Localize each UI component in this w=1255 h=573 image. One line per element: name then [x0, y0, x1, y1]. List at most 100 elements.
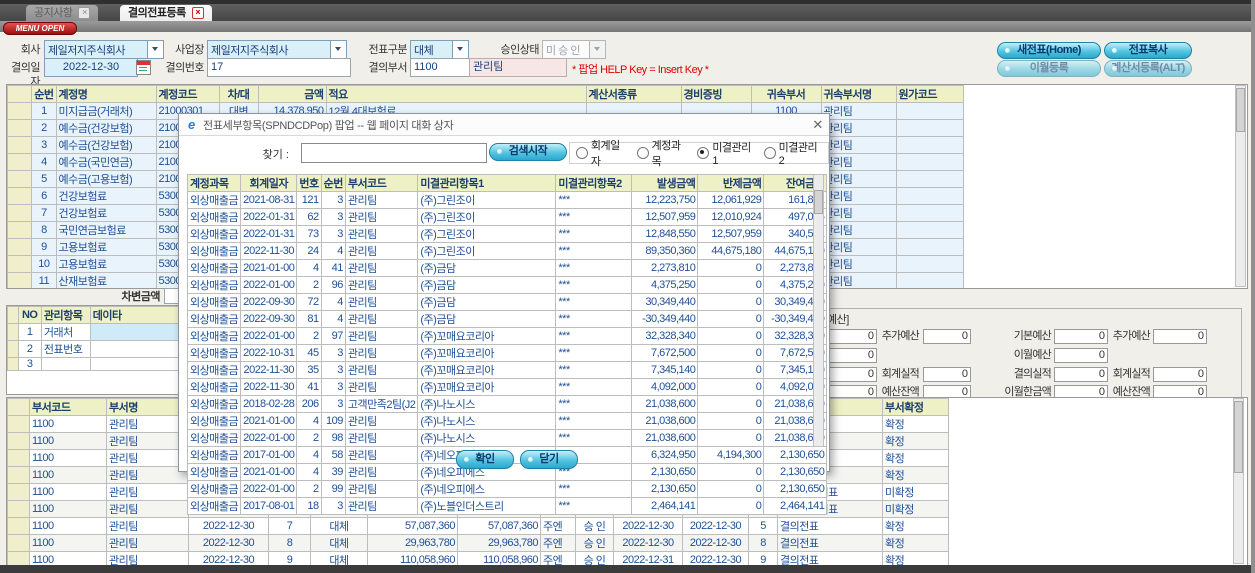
cell[interactable]: 2,464,141	[763, 497, 828, 515]
row-header[interactable]	[7, 255, 33, 273]
cell[interactable]: 2,130,650	[763, 446, 828, 464]
cell[interactable]: -30,349,440	[631, 310, 699, 328]
cell[interactable]: ***	[555, 293, 633, 311]
cell[interactable]: (주)그린조이	[417, 225, 557, 243]
scrollbar-thumb[interactable]	[814, 190, 823, 214]
cell[interactable]: ***	[555, 327, 633, 345]
row-header[interactable]	[7, 238, 33, 256]
cell[interactable]: 0	[697, 259, 765, 277]
cell[interactable]: 110,058,960	[457, 551, 541, 565]
site-select[interactable]: 제일저지주식회사	[207, 40, 347, 59]
company-select[interactable]: 제일저지주식회사	[44, 40, 164, 59]
cell[interactable]: 1100	[29, 466, 107, 484]
cell[interactable]: 관리팀	[344, 191, 419, 209]
cell[interactable]: 외상매출금	[186, 412, 242, 430]
invoice-register-button[interactable]: 계산서등록(ALT)	[1104, 60, 1192, 77]
cell[interactable]: 거래처	[40, 323, 91, 341]
cell[interactable]: 206	[296, 395, 322, 413]
cell[interactable]: 외상매출금	[186, 361, 242, 379]
cell[interactable]: 7	[268, 517, 311, 535]
cell[interactable]: 12,507,959	[697, 225, 765, 243]
cell[interactable]: 2022-12-30	[188, 534, 269, 552]
cell[interactable]: 외상매출금	[186, 259, 242, 277]
row-header[interactable]	[7, 323, 19, 341]
cell[interactable]: 결의전표	[777, 517, 883, 535]
cell[interactable]: 4,194,300	[697, 446, 765, 464]
cell[interactable]: 외상매출금	[186, 446, 242, 464]
close-icon[interactable]: ✕	[812, 118, 823, 131]
radio-option-계정과목[interactable]: 계정과목	[636, 137, 690, 169]
cell[interactable]: 98	[320, 429, 346, 447]
cell[interactable]: 0	[697, 327, 765, 345]
cell[interactable]: ***	[555, 225, 633, 243]
row-header[interactable]	[7, 340, 19, 358]
cell[interactable]: ***	[555, 191, 633, 209]
cell[interactable]: 관리팀	[820, 204, 897, 222]
cell[interactable]: 57,087,360	[457, 517, 541, 535]
cell[interactable]: (주)노블인더스트리	[417, 497, 557, 515]
cell[interactable]: 관리팀	[820, 119, 897, 137]
cell[interactable]: 주엔	[540, 551, 576, 565]
cell[interactable]: 11	[31, 272, 57, 288]
cell[interactable]: 9	[31, 238, 57, 256]
cell[interactable]	[89, 340, 179, 358]
cell[interactable]: 2017-08-01	[240, 497, 298, 515]
cell[interactable]: 관리팀	[344, 480, 419, 498]
cell[interactable]: 외상매출금	[186, 293, 242, 311]
cell[interactable]: 관리팀	[820, 102, 897, 120]
cell[interactable]: 41	[296, 378, 322, 396]
cell[interactable]: 관리팀	[820, 238, 897, 256]
cell[interactable]	[40, 357, 91, 371]
cell[interactable]: 2022-12-30	[613, 517, 683, 535]
cell[interactable]: 7	[31, 204, 57, 222]
cell[interactable]: 4	[320, 293, 346, 311]
cell[interactable]: (주)나노시스	[417, 395, 557, 413]
tab-notice[interactable]: 공지사항 ×	[26, 5, 99, 21]
cell[interactable]: 99	[320, 480, 346, 498]
cell[interactable]: 0	[697, 429, 765, 447]
number-field[interactable]: 17	[207, 58, 351, 77]
cell[interactable]: 4	[296, 446, 322, 464]
cell[interactable]: 관리팀	[344, 327, 419, 345]
cell[interactable]: 관리팀	[344, 378, 419, 396]
radio-option-미결관리1[interactable]: 미결관리1	[697, 139, 755, 167]
cell[interactable]: 관리팀	[106, 500, 189, 518]
cell[interactable]: 2,464,141	[631, 497, 699, 515]
cell[interactable]: 4,092,000	[631, 378, 699, 396]
cell[interactable]: 12,223,750	[631, 191, 699, 209]
cell[interactable]: 58	[320, 446, 346, 464]
cell[interactable]: 73	[296, 225, 322, 243]
cell[interactable]: (주)금담	[417, 293, 557, 311]
cell[interactable]	[895, 136, 964, 154]
cell[interactable]: 4	[296, 463, 322, 481]
cell[interactable]: ***	[555, 412, 633, 430]
cell[interactable]: 7,672,500	[631, 344, 699, 362]
row-header[interactable]	[7, 466, 30, 484]
carry-over-button[interactable]: 이월등록	[997, 60, 1101, 77]
cell[interactable]: 2022-10-31	[240, 344, 298, 362]
cell[interactable]: 승 인	[575, 517, 614, 535]
ok-button[interactable]: 확인	[456, 450, 514, 469]
cell[interactable]: ***	[555, 395, 633, 413]
radio-option-미결관리2[interactable]: 미결관리2	[763, 139, 822, 167]
cell[interactable]: 0	[697, 480, 765, 498]
cell[interactable]: 외상매출금	[186, 395, 242, 413]
cell[interactable]: 대체	[310, 517, 368, 535]
cell[interactable]: 3	[320, 378, 346, 396]
cell[interactable]: 관리팀	[820, 221, 897, 239]
cell[interactable]: 12,848,550	[631, 225, 699, 243]
cell[interactable]: 외상매출금	[186, 429, 242, 447]
cell[interactable]: 2022-01-00	[240, 276, 298, 294]
cell[interactable]: 관리팀	[344, 361, 419, 379]
cell[interactable]: 3	[320, 361, 346, 379]
cell[interactable]: 2	[31, 119, 57, 137]
cell[interactable]: 29,963,780	[457, 534, 541, 552]
row-header[interactable]	[7, 204, 33, 222]
cell[interactable]: ***	[555, 429, 633, 447]
cell[interactable]	[895, 102, 964, 120]
cell[interactable]: 관리팀	[106, 432, 189, 450]
cell[interactable]	[895, 255, 964, 273]
row-header[interactable]	[7, 551, 30, 565]
cell[interactable]: (주)나노시스	[417, 412, 557, 430]
cell[interactable]: 확정	[882, 534, 949, 552]
